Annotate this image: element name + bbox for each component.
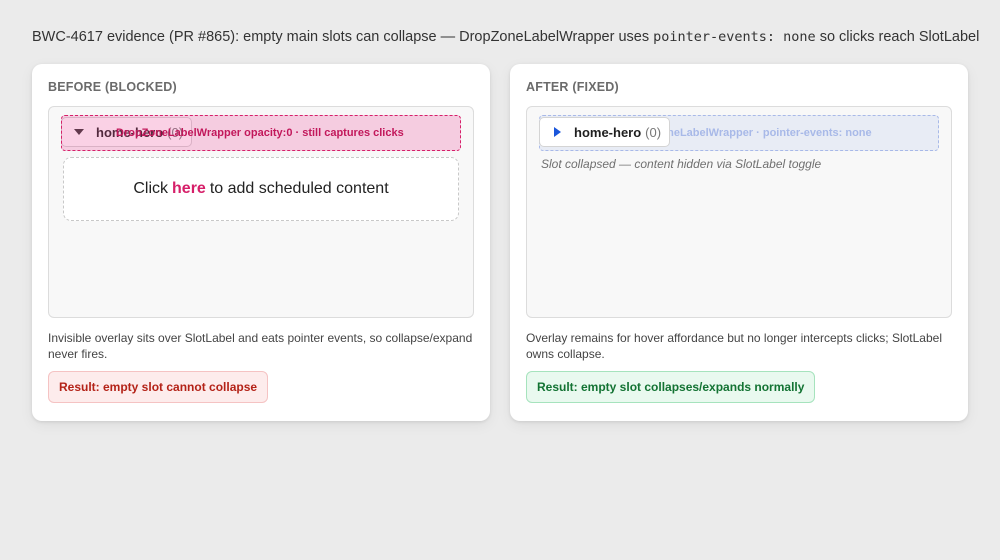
after-slot-count: (0) (645, 124, 662, 140)
before-result-badge: Result: empty slot cannot collapse (48, 371, 269, 403)
before-result-text: Result: empty slot cannot collapse (59, 380, 258, 394)
before-empty-dropzone[interactable]: Click here to add scheduled content (63, 157, 459, 221)
after-slot-name: home-hero (574, 124, 642, 140)
after-card-title: AFTER (FIXED) (526, 80, 619, 94)
after-stage: DropZoneLabelWrapper · pointer-events: n… (526, 106, 952, 318)
headline-prefix: BWC-4617 evidence (PR #865): empty main … (32, 29, 654, 45)
headline-suffix: so clicks reach SlotLabel (815, 29, 980, 45)
after-result-text: Result: empty slot collapses/expands nor… (537, 380, 805, 394)
before-description: Invisible overlay sits over SlotLabel an… (48, 331, 473, 361)
before-overlay-text: DropZoneLabelWrapper opacity:0 · still c… (116, 127, 404, 139)
headline-code: pointer-events: none (653, 29, 816, 45)
before-card-title: BEFORE (BLOCKED) (48, 80, 177, 94)
after-slot-label[interactable]: home-hero (0) (539, 117, 671, 147)
collapsed-note: Slot collapsed — content hidden via Slot… (541, 157, 822, 171)
after-card: AFTER (FIXED) DropZoneLabelWrapper · poi… (510, 64, 968, 421)
before-stage: home-hero (0) DropZoneLabelWrapper opaci… (48, 106, 474, 318)
empty-suffix: to add scheduled content (209, 180, 389, 197)
empty-prefix: Click (133, 180, 169, 197)
before-card: BEFORE (BLOCKED) home-hero (0) DropZoneL… (32, 64, 490, 421)
add-content-link[interactable]: here (172, 180, 206, 198)
caret-right-icon[interactable] (550, 126, 564, 138)
before-dropzone-overlay[interactable]: DropZoneLabelWrapper opacity:0 · still c… (61, 115, 461, 151)
after-result-badge: Result: empty slot collapses/expands nor… (526, 371, 816, 403)
after-description: Overlay remains for hover affordance but… (526, 331, 942, 361)
page-headline: BWC-4617 evidence (PR #865): empty main … (32, 28, 982, 46)
